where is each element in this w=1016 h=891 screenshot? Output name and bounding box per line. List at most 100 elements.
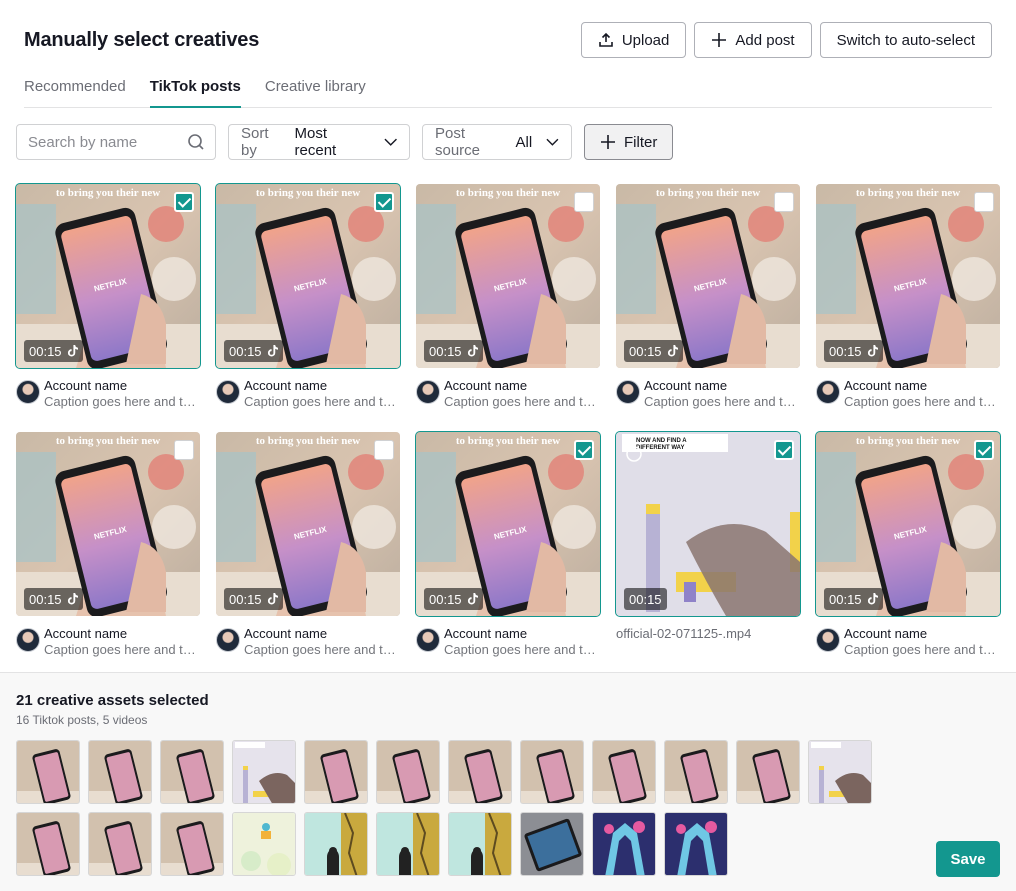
plus-icon	[601, 135, 615, 149]
post-thumbnail[interactable]: NETFLIX to bring you their new 00:15	[416, 184, 600, 368]
post-meta: Account name Caption goes here and trunc…	[616, 378, 800, 410]
tiktok-icon	[867, 593, 878, 605]
avatar	[816, 628, 840, 652]
filter-button[interactable]: Filter	[584, 124, 674, 160]
post-thumbnail[interactable]: NETFLIX to bring you their new 00:15	[815, 431, 1001, 617]
search-input[interactable]: Search by name	[16, 124, 216, 160]
selected-thumbnail[interactable]	[448, 740, 512, 804]
post-card[interactable]: NETFLIX to bring you their new 00:15 Acc…	[416, 184, 600, 416]
selected-thumbnail[interactable]	[808, 740, 872, 804]
post-thumbnail[interactable]: NETFLIX to bring you their new 00:15	[215, 183, 401, 369]
post-card[interactable]: NETFLIX to bring you their new 00:15 Acc…	[15, 183, 201, 416]
account-name: Account name	[444, 378, 528, 393]
tab-bar: Recommended TikTok posts Creative librar…	[24, 68, 992, 108]
post-caption: Caption goes here and truncates	[644, 394, 800, 409]
post-meta: Account name Caption goes here and trunc…	[216, 378, 400, 410]
selected-thumbnail[interactable]	[376, 812, 440, 876]
tab-tiktok-posts[interactable]: TikTok posts	[149, 68, 241, 108]
select-checkbox[interactable]	[174, 440, 194, 460]
duration-text: 00:15	[629, 343, 662, 359]
post-card[interactable]: NETFLIX to bring you their new 00:15 Acc…	[616, 184, 800, 416]
post-card[interactable]: NETFLIX to bring you their new 00:15 Acc…	[415, 431, 601, 664]
svg-text:to bring you their new: to bring you their new	[456, 187, 560, 199]
selected-thumbnail[interactable]	[232, 740, 296, 804]
selected-thumbnail[interactable]	[520, 740, 584, 804]
add-post-label: Add post	[735, 31, 795, 49]
duration-text: 00:15	[429, 591, 462, 607]
select-checkbox[interactable]	[574, 192, 594, 212]
selected-thumbnail[interactable]	[448, 812, 512, 876]
svg-text:to bring you their new: to bring you their new	[656, 187, 760, 199]
upload-button[interactable]: Upload	[580, 22, 687, 58]
tiktok-icon	[867, 345, 878, 357]
post-caption: Caption goes here and truncates	[444, 394, 600, 409]
post-card[interactable]: NOW AND FIND A DIFFERENT WAY 00:15 offic…	[615, 431, 801, 664]
selected-thumbnail[interactable]	[520, 812, 584, 876]
account-name: Account name	[44, 626, 128, 641]
page-title: Manually select creatives	[24, 29, 260, 51]
select-checkbox[interactable]	[574, 440, 594, 460]
selection-count: 21 creative assets selected	[16, 692, 209, 709]
duration-badge: 00:15	[824, 340, 883, 362]
tab-creative-library[interactable]: Creative library	[265, 68, 366, 108]
avatar	[816, 380, 840, 404]
chevron-down-icon	[546, 138, 559, 146]
selected-thumbnail[interactable]	[664, 812, 728, 876]
auto-select-label: Switch to auto-select	[836, 31, 975, 49]
selected-thumbnail[interactable]	[160, 812, 224, 876]
post-meta: Account name Caption goes here and trunc…	[816, 378, 1000, 410]
post-text: Account name Caption goes here and trunc…	[244, 626, 400, 658]
select-checkbox[interactable]	[974, 192, 994, 212]
plus-icon	[712, 33, 727, 47]
post-thumbnail[interactable]: NETFLIX to bring you their new 00:15	[15, 183, 201, 369]
svg-text:to bring you their new: to bring you their new	[56, 187, 160, 199]
selected-thumbnail[interactable]	[304, 740, 368, 804]
selected-thumbnail[interactable]	[304, 812, 368, 876]
post-thumbnail[interactable]: NETFLIX to bring you their new 00:15	[16, 432, 200, 616]
selected-thumbnail[interactable]	[88, 740, 152, 804]
account-name: Account name	[244, 378, 328, 393]
post-card[interactable]: NETFLIX to bring you their new 00:15 Acc…	[16, 432, 200, 664]
post-thumbnail[interactable]: NOW AND FIND A DIFFERENT WAY 00:15	[615, 431, 801, 617]
avatar	[416, 628, 440, 652]
save-button[interactable]: Save	[936, 841, 1000, 877]
post-caption: Caption goes here and truncates	[244, 394, 400, 409]
select-checkbox[interactable]	[374, 440, 394, 460]
post-thumbnail[interactable]: NETFLIX to bring you their new 00:15	[216, 432, 400, 616]
selected-thumbnail[interactable]	[592, 812, 656, 876]
tiktok-icon	[467, 345, 478, 357]
avatar	[216, 628, 240, 652]
select-checkbox[interactable]	[974, 440, 994, 460]
selected-thumbnail[interactable]	[736, 740, 800, 804]
selected-thumbnail[interactable]	[160, 740, 224, 804]
selected-thumbnail[interactable]	[16, 740, 80, 804]
duration-badge: 00:15	[24, 588, 83, 610]
auto-select-button[interactable]: Switch to auto-select	[819, 22, 992, 58]
avatar	[16, 380, 40, 404]
selected-thumbnail[interactable]	[232, 812, 296, 876]
post-thumbnail[interactable]: NETFLIX to bring you their new 00:15	[415, 431, 601, 617]
selected-thumbnail[interactable]	[88, 812, 152, 876]
selected-thumbnail[interactable]	[376, 740, 440, 804]
selected-thumbnail[interactable]	[664, 740, 728, 804]
select-checkbox[interactable]	[774, 192, 794, 212]
tiktok-icon	[67, 593, 78, 605]
post-text: Account name Caption goes here and trunc…	[244, 378, 400, 410]
select-checkbox[interactable]	[774, 440, 794, 460]
post-thumbnail[interactable]: NETFLIX to bring you their new 00:15	[616, 184, 800, 368]
post-card[interactable]: NETFLIX to bring you their new 00:15 Acc…	[815, 431, 1001, 664]
post-text: Account name Caption goes here and trunc…	[44, 378, 200, 410]
post-card[interactable]: NETFLIX to bring you their new 00:15 Acc…	[215, 183, 401, 416]
post-meta: Account name Caption goes here and trunc…	[416, 626, 600, 658]
post-card[interactable]: NETFLIX to bring you their new 00:15 Acc…	[816, 184, 1000, 416]
sort-dropdown[interactable]: Sort by Most recent	[228, 124, 410, 160]
post-source-dropdown[interactable]: Post source All	[422, 124, 572, 160]
post-thumbnail[interactable]: NETFLIX to bring you their new 00:15	[816, 184, 1000, 368]
tab-recommended[interactable]: Recommended	[24, 68, 126, 108]
selected-thumbnail[interactable]	[16, 812, 80, 876]
select-checkbox[interactable]	[174, 192, 194, 212]
add-post-button[interactable]: Add post	[694, 22, 812, 58]
selected-thumbnail[interactable]	[592, 740, 656, 804]
select-checkbox[interactable]	[374, 192, 394, 212]
post-card[interactable]: NETFLIX to bring you their new 00:15 Acc…	[216, 432, 400, 664]
